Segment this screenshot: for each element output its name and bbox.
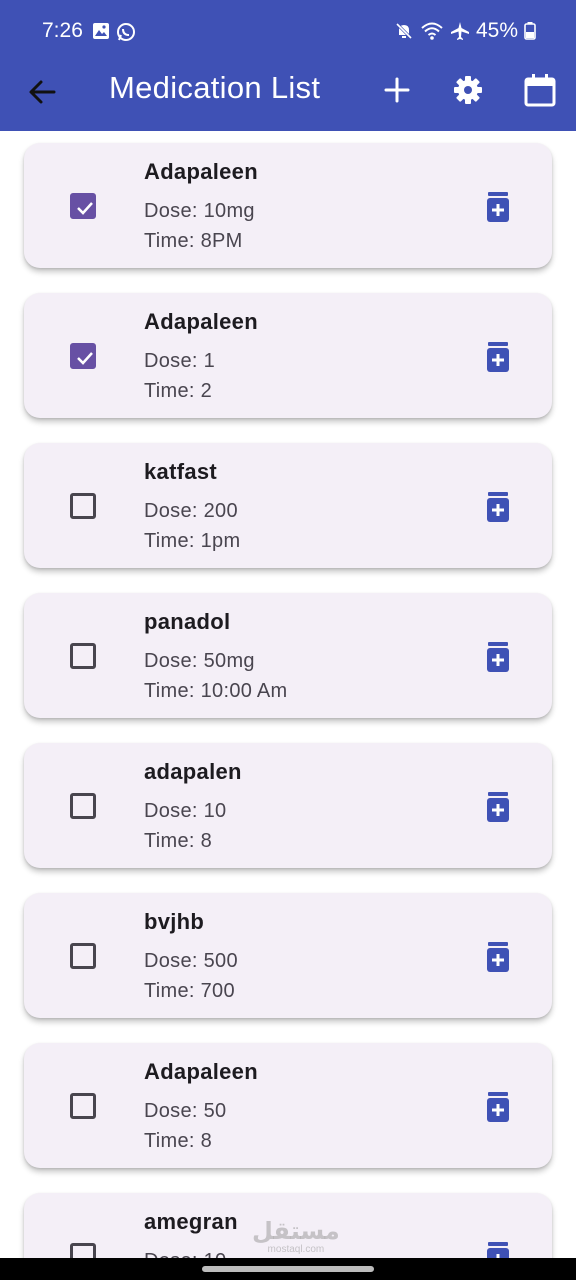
taken-checkbox[interactable] [70, 343, 96, 369]
medication-name: bvjhb [144, 909, 205, 934]
medication-card: Adapaleen Dose: 10mg Time: 8PM [24, 143, 552, 268]
status-bar: 7:26 45% [0, 0, 576, 64]
taken-checkbox[interactable] [70, 643, 96, 669]
watermark-url: mostaql.com [267, 1244, 325, 1255]
watermark: مستقل mostaql.com [252, 1218, 340, 1256]
airplane-icon [450, 22, 469, 40]
medication-card: Adapaleen Dose: 1 Time: 2 [24, 293, 552, 418]
medication-time: Time: 2 [144, 380, 213, 402]
taken-checkbox[interactable] [70, 793, 96, 819]
image-icon [93, 23, 109, 39]
medication-time: Time: 1pm [144, 530, 241, 552]
home-gesture-handle[interactable] [202, 1266, 374, 1272]
medication-name: amegran [144, 1209, 238, 1234]
medication-list: Adapaleen Dose: 10mg Time: 8PM Adapaleen… [0, 131, 576, 1258]
medication-card: Adapaleen Dose: 50 Time: 8 [24, 1043, 552, 1168]
medication-card: katfast Dose: 200 Time: 1pm [24, 443, 552, 568]
page-title: Medication List [109, 70, 321, 105]
medication-name: Adapaleen [144, 309, 258, 334]
medication-dose: Dose: 500 [144, 950, 238, 972]
mute-icon [395, 22, 413, 40]
medication-card: bvjhb Dose: 500 Time: 700 [24, 893, 552, 1018]
medication-time: Time: 700 [144, 980, 235, 1002]
medication-dose: Dose: 50 [144, 1100, 227, 1122]
medication-name: Adapaleen [144, 159, 258, 184]
whatsapp-icon [117, 23, 135, 41]
medication-name: Adapaleen [144, 1059, 258, 1084]
battery-icon [524, 22, 536, 40]
check-icon [77, 352, 93, 365]
taken-checkbox[interactable] [70, 1243, 96, 1258]
settings-icon[interactable] [450, 72, 486, 108]
taken-checkbox[interactable] [70, 1093, 96, 1119]
medication-add-icon[interactable] [484, 941, 512, 973]
watermark-logo: مستقل [252, 1218, 340, 1245]
system-nav-bar [0, 1258, 576, 1280]
calendar-icon[interactable] [522, 72, 558, 108]
medication-add-icon[interactable] [484, 341, 512, 373]
medication-time: Time: 8 [144, 1130, 213, 1152]
medication-time: Time: 8PM [144, 230, 243, 252]
battery-percent: 45% [475, 19, 518, 42]
toolbar: Medication List [0, 64, 576, 131]
medication-time: Time: 10:00 Am [144, 680, 288, 702]
medication-dose: Dose: 10mg [144, 200, 255, 222]
medication-add-icon[interactable] [484, 791, 512, 823]
medication-add-icon[interactable] [484, 491, 512, 523]
back-arrow-icon[interactable] [24, 74, 60, 110]
medication-dose: Dose: 10 [144, 800, 227, 822]
medication-add-icon[interactable] [484, 191, 512, 223]
taken-checkbox[interactable] [70, 193, 96, 219]
medication-dose: Dose: 50mg [144, 650, 255, 672]
app-bar: 7:26 45% Medication List [0, 0, 576, 131]
check-icon [77, 202, 93, 215]
medication-add-icon[interactable] [484, 1241, 512, 1258]
taken-checkbox[interactable] [70, 943, 96, 969]
medication-name: panadol [144, 609, 231, 634]
medication-dose: Dose: 200 [144, 500, 238, 522]
status-time: 7:26 [42, 19, 83, 42]
medication-name: katfast [144, 459, 218, 484]
medication-dose: Dose: 10 [144, 1250, 226, 1258]
medication-name: adapalen [144, 759, 242, 784]
add-icon[interactable] [379, 72, 415, 108]
medication-dose: Dose: 1 [144, 350, 216, 372]
taken-checkbox[interactable] [70, 493, 96, 519]
medication-add-icon[interactable] [484, 641, 512, 673]
medication-add-icon[interactable] [484, 1091, 512, 1123]
medication-time: Time: 8 [144, 830, 213, 852]
medication-card: panadol Dose: 50mg Time: 10:00 Am [24, 593, 552, 718]
medication-card: adapalen Dose: 10 Time: 8 [24, 743, 552, 868]
wifi-icon [421, 22, 443, 40]
